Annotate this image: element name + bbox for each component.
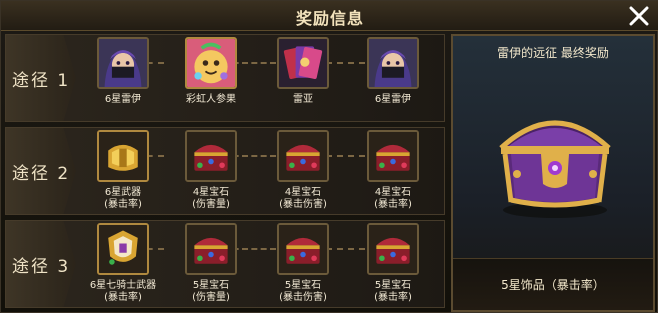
reward-item[interactable]: 6星雷伊 <box>358 37 428 106</box>
ninja-portrait-icon <box>367 37 419 89</box>
route-tab: 途径 2 <box>6 128 76 214</box>
route-label: 途径 1 <box>12 71 71 91</box>
reward-item[interactable]: 5星宝石 (暴击率) <box>358 223 428 303</box>
item-name: 6星武器 <box>104 187 142 198</box>
reward-item[interactable]: 4星宝石 (暴击率) <box>358 130 428 210</box>
knight-weapon-icon <box>97 223 149 275</box>
rainbow-ginseng-icon <box>185 37 237 89</box>
gem-chest-icon <box>367 130 419 182</box>
item-name: 4星宝石 <box>192 187 230 198</box>
item-name: 6星七骑士武器 <box>89 280 157 291</box>
item-name: 5星宝石 <box>192 280 230 291</box>
item-subtitle: (伤害量) <box>192 292 230 303</box>
item-subtitle: (暴击率) <box>374 292 412 303</box>
final-reward-panel: 雷伊的远征 最终奖励 5星饰品（暴击率） <box>451 34 655 312</box>
window-title: 奖励信息 <box>295 9 364 28</box>
item-subtitle: (伤害量) <box>192 199 230 210</box>
route-label: 途径 3 <box>12 257 71 277</box>
item-subtitle: (暴击伤害) <box>279 199 327 210</box>
item-name: 5星宝石 <box>284 280 322 291</box>
item-name: 6星雷伊 <box>374 94 412 105</box>
item-name: 4星宝石 <box>374 187 412 198</box>
item-name: 5星宝石 <box>374 280 412 291</box>
reward-item[interactable]: 彩虹人参果 <box>176 37 246 106</box>
item-subtitle: (暴击率) <box>374 199 412 210</box>
final-reward-name: 5星饰品（暴击率） <box>501 278 605 292</box>
reward-item[interactable]: 6星雷伊 <box>88 37 158 106</box>
title-bar: 奖励信息 <box>1 1 658 31</box>
gem-chest-icon <box>185 223 237 275</box>
reward-item[interactable]: 6星七骑士武器 (暴击率) <box>88 223 158 303</box>
reward-info-window: 奖励信息 途径 1 6星雷伊 彩虹人参果 雷亚 6星雷伊 途径 2 6星武器 (… <box>0 0 658 313</box>
item-subtitle: (暴击伤害) <box>279 292 327 303</box>
item-name: 彩虹人参果 <box>186 94 236 105</box>
gem-chest-icon <box>277 130 329 182</box>
treasure-chest-icon[interactable] <box>487 88 623 224</box>
reward-item[interactable]: 雷亚 <box>268 37 338 106</box>
gem-chest-icon <box>367 223 419 275</box>
ninja-portrait-icon <box>97 37 149 89</box>
gem-chest-icon <box>185 130 237 182</box>
reward-item[interactable]: 5星宝石 (暴击伤害) <box>268 223 338 303</box>
route-tab: 途径 3 <box>6 221 76 307</box>
reward-item[interactable]: 6星武器 (暴击率) <box>88 130 158 210</box>
route-row-3: 途径 3 6星七骑士武器 (暴击率) 5星宝石 (伤害量) 5星宝石 (暴击伤害… <box>5 220 445 308</box>
item-subtitle: (暴击率) <box>104 199 142 210</box>
item-name: 4星宝石 <box>284 187 322 198</box>
route-tab: 途径 1 <box>6 35 76 121</box>
item-subtitle: (暴击率) <box>104 292 142 303</box>
item-name: 雷亚 <box>293 94 313 105</box>
route-row-2: 途径 2 6星武器 (暴击率) 4星宝石 (伤害量) 4星宝石 (暴击伤害) 4… <box>5 127 445 215</box>
final-reward-title: 雷伊的远征 最终奖励 <box>497 46 609 60</box>
card-pack-icon <box>277 37 329 89</box>
route-row-1: 途径 1 6星雷伊 彩虹人参果 雷亚 6星雷伊 <box>5 34 445 122</box>
reward-item[interactable]: 4星宝石 (暴击伤害) <box>268 130 338 210</box>
gem-chest-icon <box>277 223 329 275</box>
reward-item[interactable]: 5星宝石 (伤害量) <box>176 223 246 303</box>
route-label: 途径 2 <box>12 164 71 184</box>
item-name: 6星雷伊 <box>104 94 142 105</box>
close-icon[interactable] <box>625 2 653 30</box>
gold-weapon-icon <box>97 130 149 182</box>
reward-item[interactable]: 4星宝石 (伤害量) <box>176 130 246 210</box>
